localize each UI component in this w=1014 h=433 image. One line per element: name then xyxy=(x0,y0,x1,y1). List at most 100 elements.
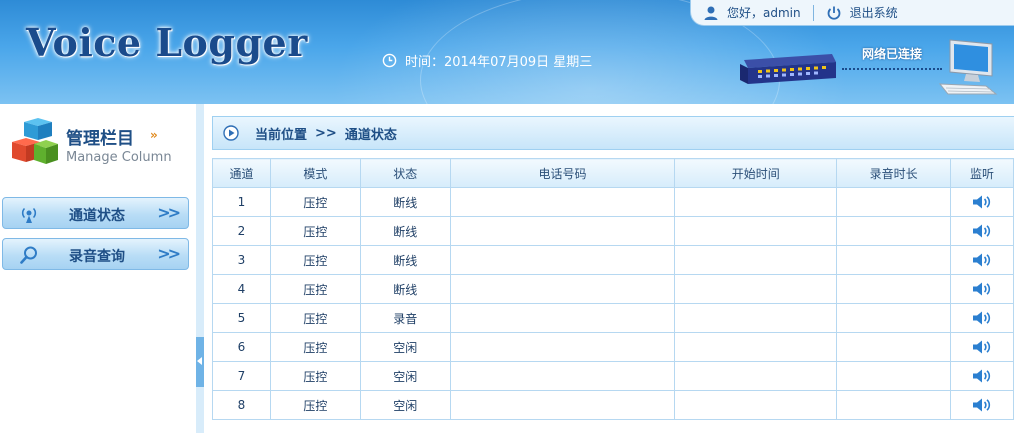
cell-status: 断线 xyxy=(359,216,451,246)
sidebar-item-label: 录音查询 xyxy=(69,249,125,265)
broadcast-icon xyxy=(21,207,37,223)
speaker-icon xyxy=(973,253,991,267)
table-row: 3 压控 断线 xyxy=(212,245,1014,275)
cell-status: 断线 xyxy=(359,187,451,217)
sidebar-subtitle: Manage Column xyxy=(66,150,172,165)
monitor-button[interactable] xyxy=(950,303,1014,333)
cell-start-time xyxy=(674,332,838,362)
table-header-row: 通道 模式 状态 电话号码 开始时间 录音时长 监听 xyxy=(212,158,1014,188)
user-bar: 您好，admin 退出系统 xyxy=(690,0,1014,26)
network-switch-icon xyxy=(740,54,836,84)
speaker-icon xyxy=(973,224,991,238)
user-icon xyxy=(704,6,718,20)
table-row: 1 压控 断线 xyxy=(212,187,1014,217)
sidebar-item-recording-search[interactable]: 录音查询 >> xyxy=(2,238,189,270)
cell-channel: 6 xyxy=(212,332,271,362)
datetime-text: 时间：2014年07月09日 星期三 xyxy=(405,55,593,70)
cell-duration xyxy=(836,390,952,420)
table-row: 7 压控 空闲 xyxy=(212,361,1014,391)
column-header-duration: 录音时长 xyxy=(836,158,952,188)
sidebar-item-channel-status[interactable]: 通道状态 >> xyxy=(2,197,189,229)
cell-phone xyxy=(449,332,676,362)
sidebar-item-label: 通道状态 xyxy=(69,208,125,224)
column-header-status: 状态 xyxy=(359,158,451,188)
cell-status: 录音 xyxy=(359,303,451,333)
cell-phone xyxy=(449,361,676,391)
search-icon xyxy=(20,246,37,264)
speaker-icon xyxy=(973,282,991,296)
monitor-button[interactable] xyxy=(950,245,1014,275)
cell-mode: 压控 xyxy=(269,216,361,246)
logout-button[interactable]: 退出系统 xyxy=(814,4,910,21)
speaker-icon xyxy=(973,398,991,412)
cell-start-time xyxy=(674,303,838,333)
connection-line xyxy=(842,68,942,70)
cell-mode: 压控 xyxy=(269,274,361,304)
column-header-phone: 电话号码 xyxy=(449,158,676,188)
computer-icon xyxy=(938,39,998,95)
monitor-button[interactable] xyxy=(950,332,1014,362)
sidebar-title: 管理栏目 xyxy=(66,129,134,149)
cell-mode: 压控 xyxy=(269,332,361,362)
cell-status: 断线 xyxy=(359,245,451,275)
cell-phone xyxy=(449,245,676,275)
cell-status: 空闲 xyxy=(359,390,451,420)
datetime-display: 时间：2014年07月09日 星期三 xyxy=(382,51,592,70)
cell-channel: 7 xyxy=(212,361,271,391)
cell-duration xyxy=(836,245,952,275)
cell-duration xyxy=(836,303,952,333)
breadcrumb-current: 通道状态 xyxy=(344,127,397,143)
power-icon xyxy=(827,6,840,20)
cell-status: 空闲 xyxy=(359,361,451,391)
monitor-button[interactable] xyxy=(950,274,1014,304)
table-row: 6 压控 空闲 xyxy=(212,332,1014,362)
chevron-right-icon: >> xyxy=(157,203,181,222)
table-row: 5 压控 录音 xyxy=(212,303,1014,333)
cell-start-time xyxy=(674,274,838,304)
cell-duration xyxy=(836,274,952,304)
speaker-icon xyxy=(973,195,991,209)
table-row: 4 压控 断线 xyxy=(212,274,1014,304)
cell-mode: 压控 xyxy=(269,303,361,333)
collapse-sidebar-handle[interactable] xyxy=(196,337,204,387)
clock-icon xyxy=(382,53,397,68)
speaker-icon xyxy=(973,311,991,325)
sidebar: 管理栏目 » Manage Column 通道状态 >> 录音查询 >> xyxy=(0,104,196,433)
cell-duration xyxy=(836,361,952,391)
cell-mode: 压控 xyxy=(269,361,361,391)
cell-duration xyxy=(836,187,952,217)
greeting: 您好，admin xyxy=(691,4,813,21)
table-row: 2 压控 断线 xyxy=(212,216,1014,246)
breadcrumb: 当前位置 >> 通道状态 xyxy=(212,116,1014,150)
cell-phone xyxy=(449,303,676,333)
column-header-mode: 模式 xyxy=(269,158,361,188)
app-header: Voice Logger 时间：2014年07月09日 星期三 您好，admin… xyxy=(0,0,1014,104)
cell-duration xyxy=(836,332,952,362)
monitor-button[interactable] xyxy=(950,390,1014,420)
app-logo: Voice Logger xyxy=(26,20,308,65)
cell-status: 空闲 xyxy=(359,332,451,362)
cell-channel: 8 xyxy=(212,390,271,420)
speaker-icon xyxy=(973,340,991,354)
logout-label: 退出系统 xyxy=(849,6,898,20)
column-header-start-time: 开始时间 xyxy=(674,158,838,188)
cell-mode: 压控 xyxy=(269,390,361,420)
cell-start-time xyxy=(674,390,838,420)
column-header-monitor: 监听 xyxy=(950,158,1014,188)
cell-phone xyxy=(449,187,676,217)
monitor-button[interactable] xyxy=(950,187,1014,217)
cell-channel: 5 xyxy=(212,303,271,333)
cell-phone xyxy=(449,274,676,304)
cell-channel: 3 xyxy=(212,245,271,275)
cell-channel: 1 xyxy=(212,187,271,217)
monitor-button[interactable] xyxy=(950,216,1014,246)
cell-mode: 压控 xyxy=(269,245,361,275)
breadcrumb-separator: >> xyxy=(315,125,337,141)
cell-start-time xyxy=(674,245,838,275)
double-chevron-icon: » xyxy=(150,128,158,142)
column-header-channel: 通道 xyxy=(212,158,271,188)
table-row: 8 压控 空闲 xyxy=(212,390,1014,420)
cell-start-time xyxy=(674,216,838,246)
channel-status-table: 通道 模式 状态 电话号码 开始时间 录音时长 监听 1 压控 断线 2 压控 断线 3 压控… xyxy=(212,158,1014,420)
monitor-button[interactable] xyxy=(950,361,1014,391)
